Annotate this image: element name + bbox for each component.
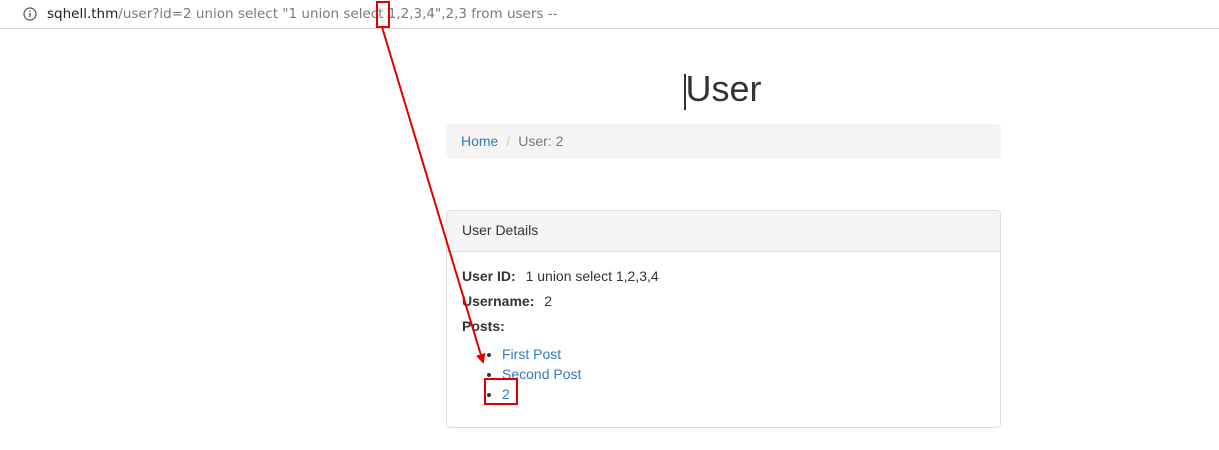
post-link-first-post[interactable]: First Post	[502, 346, 561, 362]
panel-body: User ID: 1 union select 1,2,3,4 Username…	[447, 252, 1000, 418]
breadcrumb-separator: /	[506, 133, 511, 149]
text-cursor	[684, 74, 686, 110]
posts-row: Posts:	[462, 316, 985, 341]
breadcrumb-home-link[interactable]: Home	[461, 133, 498, 149]
user-details-panel: User Details User ID: 1 union select 1,2…	[446, 210, 1001, 428]
user-id-value: 1 union select 1,2,3,4	[525, 268, 659, 284]
list-item: 2	[502, 384, 985, 404]
panel-heading: User Details	[447, 211, 1000, 252]
breadcrumb-current: User: 2	[518, 133, 564, 149]
username-label: Username:	[462, 293, 535, 309]
posts-list: First Post Second Post 2	[462, 344, 985, 404]
address-bar[interactable]: sqhell.thm/user?id=2 union select "1 uni…	[0, 0, 1219, 29]
user-id-label: User ID:	[462, 268, 516, 284]
username-value: 2	[544, 293, 553, 309]
url-path: /user?id=2 union select "1 union select …	[118, 6, 558, 22]
username-row: Username: 2	[462, 291, 985, 316]
posts-label: Posts:	[462, 318, 505, 334]
info-icon[interactable]	[23, 7, 37, 21]
list-item: First Post	[502, 344, 985, 364]
user-id-row: User ID: 1 union select 1,2,3,4	[462, 266, 985, 291]
list-item: Second Post	[502, 364, 985, 384]
url-text[interactable]: sqhell.thm/user?id=2 union select "1 uni…	[47, 5, 557, 23]
post-link-injected[interactable]: 2	[502, 386, 510, 402]
post-link-second-post[interactable]: Second Post	[502, 366, 581, 382]
breadcrumb: Home / User: 2	[446, 124, 1001, 159]
url-host: sqhell.thm	[47, 6, 119, 22]
page-title: User	[685, 68, 762, 109]
